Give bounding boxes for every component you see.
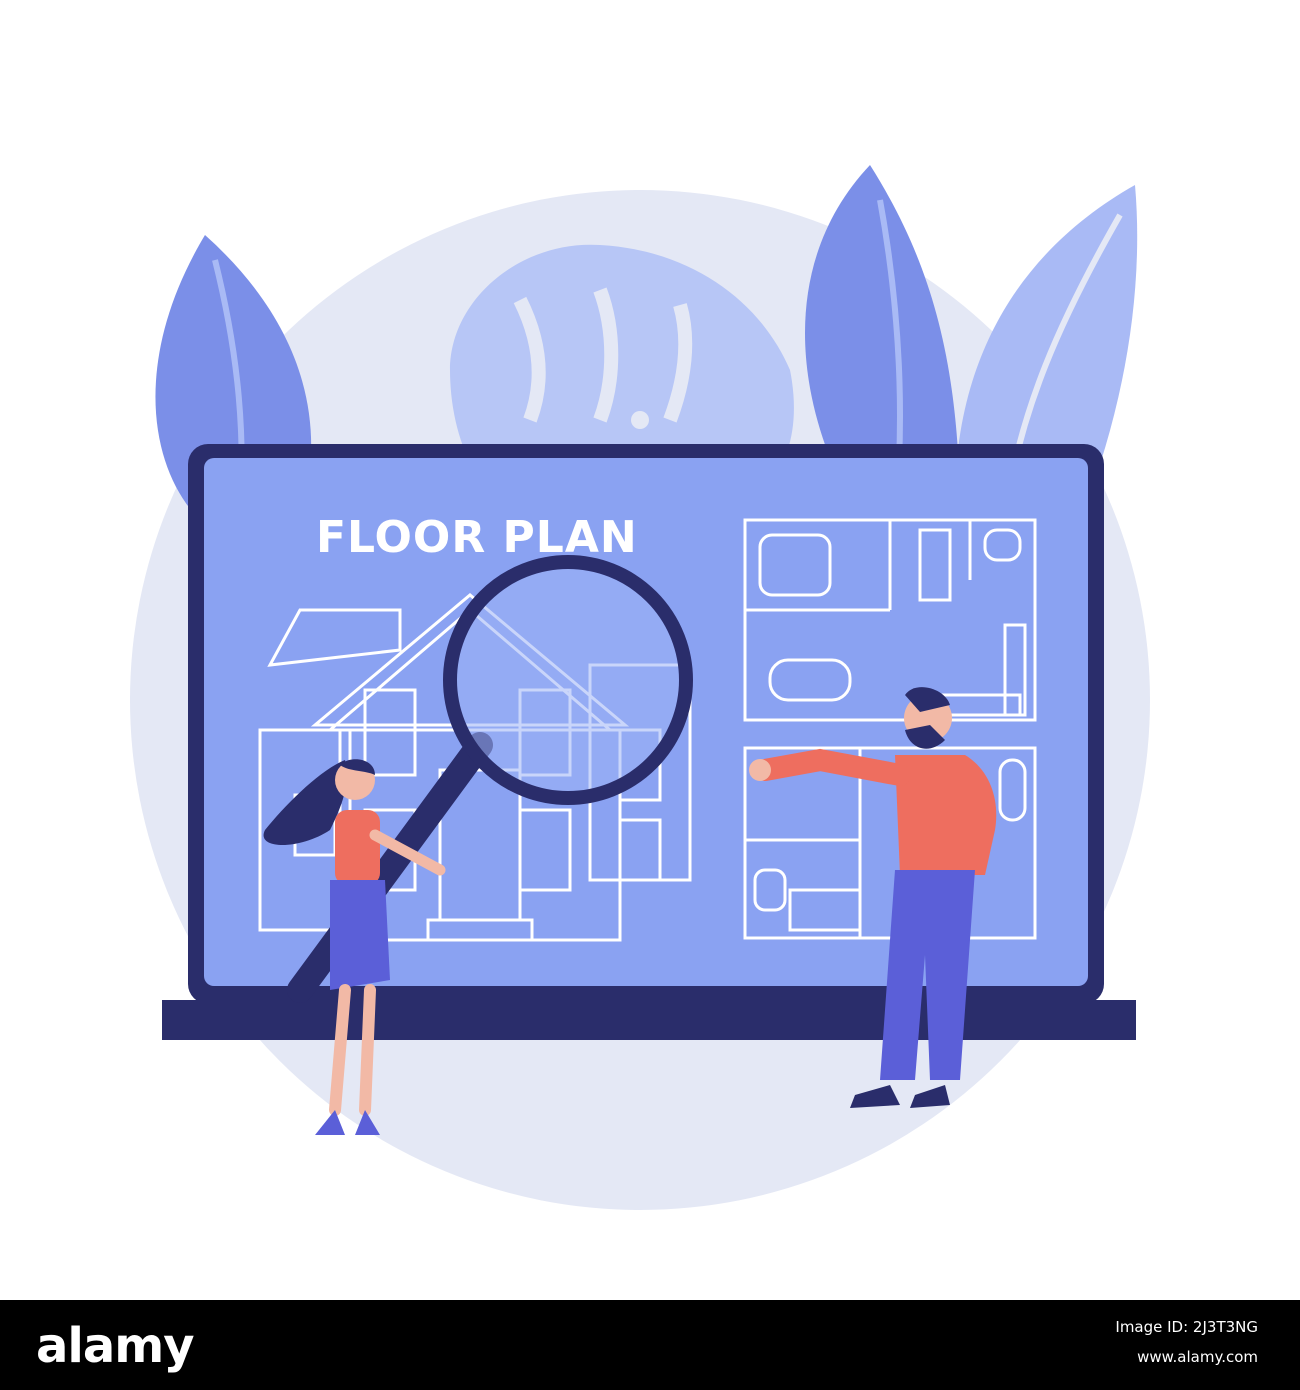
watermark-bar [0, 1300, 1300, 1390]
floor-plan-illustration [130, 165, 1150, 1210]
alamy-logo: alamy [36, 1318, 195, 1374]
floor-plan-title: FLOOR PLAN [316, 512, 638, 563]
source-url-text: www.alamy.com [1137, 1348, 1258, 1366]
laptop-base [162, 1000, 1136, 1040]
image-id-text: Image ID: 2J3T3NG [1115, 1318, 1258, 1336]
